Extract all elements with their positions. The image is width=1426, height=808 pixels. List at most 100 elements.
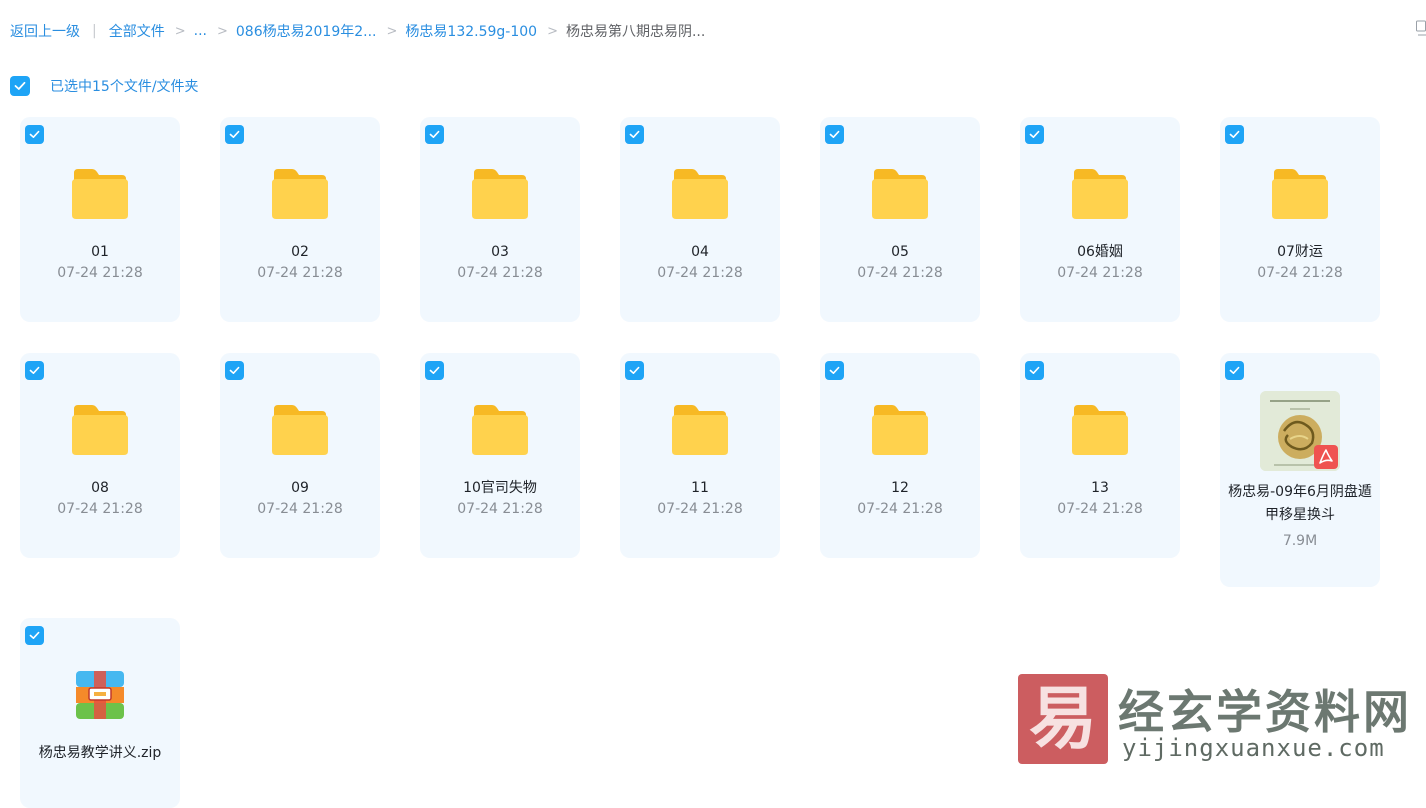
breadcrumb-level-2[interactable]: 杨忠易132.59g-100 xyxy=(405,21,537,41)
item-date: 07-24 21:28 xyxy=(257,265,343,281)
item-date: 07-24 21:28 xyxy=(1257,265,1343,281)
item-name: 杨忠易-09年6月阴盘遁甲移星换斗 xyxy=(1228,484,1372,523)
folder-icon xyxy=(1272,169,1328,219)
folder-icon xyxy=(72,169,128,219)
folder-icon xyxy=(872,169,928,219)
folder-card[interactable]: 07财运 07-24 21:28 xyxy=(1220,117,1380,322)
chevron-right-icon: > xyxy=(174,23,186,39)
folder-icon xyxy=(72,405,128,455)
selection-count: 已选中15个文件/文件夹 xyxy=(50,79,199,95)
item-checkbox[interactable] xyxy=(1025,361,1044,380)
folder-icon xyxy=(272,169,328,219)
item-date: 07-24 21:28 xyxy=(57,265,143,281)
folder-card[interactable]: 01 07-24 21:28 xyxy=(20,117,180,322)
breadcrumb-all-files[interactable]: 全部文件 xyxy=(109,21,165,41)
item-checkbox[interactable] xyxy=(1025,125,1044,144)
item-name: 12 xyxy=(891,480,909,496)
watermark-title: 经玄学资料网 xyxy=(1118,685,1412,739)
checkmark-icon xyxy=(429,130,440,139)
folder-card[interactable]: 02 07-24 21:28 xyxy=(220,117,380,322)
item-date: 07-24 21:28 xyxy=(57,501,143,517)
breadcrumb-divider: | xyxy=(92,23,97,39)
list-view-icon[interactable] xyxy=(1416,20,1426,38)
folder-card[interactable]: 10官司失物 07-24 21:28 xyxy=(420,353,580,558)
item-checkbox[interactable] xyxy=(825,125,844,144)
item-checkbox[interactable] xyxy=(625,361,644,380)
checkmark-icon xyxy=(29,130,40,139)
folder-card[interactable]: 04 07-24 21:28 xyxy=(620,117,780,322)
folder-card[interactable]: 13 07-24 21:28 xyxy=(1020,353,1180,558)
chevron-right-icon: > xyxy=(386,23,398,39)
item-checkbox[interactable] xyxy=(1225,125,1244,144)
folder-icon xyxy=(1072,169,1128,219)
folder-card[interactable]: 03 07-24 21:28 xyxy=(420,117,580,322)
checkmark-icon xyxy=(629,130,640,139)
watermark-logo-char: 易 xyxy=(1028,679,1097,759)
item-checkbox[interactable] xyxy=(25,125,44,144)
checkmark-icon xyxy=(229,366,240,375)
checkmark-icon xyxy=(1029,366,1040,375)
checkmark-icon xyxy=(829,130,840,139)
item-date: 07-24 21:28 xyxy=(1057,501,1143,517)
watermark-logo: 易 xyxy=(1018,674,1108,764)
item-date: 07-24 21:28 xyxy=(657,501,743,517)
site-watermark: 易 经玄学资料网 yijingxuanxue.com xyxy=(1018,674,1418,774)
item-name: 01 xyxy=(91,244,109,260)
checkmark-icon xyxy=(1229,130,1240,139)
item-name: 09 xyxy=(291,480,309,496)
item-name: 02 xyxy=(291,244,309,260)
item-name: 13 xyxy=(1091,480,1109,496)
item-checkbox[interactable] xyxy=(225,361,244,380)
item-checkbox[interactable] xyxy=(825,361,844,380)
item-name: 11 xyxy=(691,480,709,496)
folder-icon xyxy=(472,169,528,219)
item-checkbox[interactable] xyxy=(25,626,44,645)
item-name: 03 xyxy=(491,244,509,260)
chevron-right-icon: > xyxy=(216,23,228,39)
checkmark-icon xyxy=(1029,130,1040,139)
item-date: 07-24 21:28 xyxy=(457,265,543,281)
item-name: 04 xyxy=(691,244,709,260)
item-checkbox[interactable] xyxy=(1225,361,1244,380)
breadcrumb-level-1[interactable]: 086杨忠易2019年2... xyxy=(236,21,377,41)
checkmark-icon xyxy=(14,81,26,90)
folder-card[interactable]: 09 07-24 21:28 xyxy=(220,353,380,558)
item-checkbox[interactable] xyxy=(425,361,444,380)
item-checkbox[interactable] xyxy=(225,125,244,144)
pdf-thumbnail xyxy=(1260,391,1340,471)
folder-card[interactable]: 05 07-24 21:28 xyxy=(820,117,980,322)
folder-icon xyxy=(472,405,528,455)
select-all-checkbox[interactable] xyxy=(10,76,30,96)
folder-card[interactable]: 12 07-24 21:28 xyxy=(820,353,980,558)
folder-icon xyxy=(1072,405,1128,455)
item-date: 07-24 21:28 xyxy=(857,501,943,517)
item-checkbox[interactable] xyxy=(425,125,444,144)
selection-bar: 已选中15个文件/文件夹 xyxy=(10,75,199,97)
item-date: 07-24 21:28 xyxy=(1057,265,1143,281)
watermark-url: yijingxuanxue.com xyxy=(1122,734,1385,762)
checkmark-icon xyxy=(29,631,40,640)
item-name: 08 xyxy=(91,480,109,496)
checkmark-icon xyxy=(229,130,240,139)
folder-card[interactable]: 11 07-24 21:28 xyxy=(620,353,780,558)
chevron-right-icon: > xyxy=(547,23,558,39)
item-name: 05 xyxy=(891,244,909,260)
item-checkbox[interactable] xyxy=(25,361,44,380)
folder-card[interactable]: 06婚姻 07-24 21:28 xyxy=(1020,117,1180,322)
item-checkbox[interactable] xyxy=(625,125,644,144)
breadcrumb: 返回上一级 | 全部文件 > ... > 086杨忠易2019年2... > 杨… xyxy=(10,20,705,42)
breadcrumb-current: 杨忠易第八期忠易阴... xyxy=(565,24,706,40)
folder-card[interactable]: 08 07-24 21:28 xyxy=(20,353,180,558)
item-name: 06婚姻 xyxy=(1077,244,1123,260)
checkmark-icon xyxy=(1229,366,1240,375)
item-size: 7.9M xyxy=(1282,533,1318,549)
back-link[interactable]: 返回上一级 xyxy=(10,21,80,41)
breadcrumb-ellipsis[interactable]: ... xyxy=(194,23,207,39)
checkmark-icon xyxy=(29,366,40,375)
item-date: 07-24 21:28 xyxy=(457,501,543,517)
zip-file-card[interactable]: 杨忠易教学讲义.zip xyxy=(20,618,180,808)
archive-icon xyxy=(76,671,124,719)
item-name: 10官司失物 xyxy=(463,480,537,496)
pdf-file-card[interactable]: 杨忠易-09年6月阴盘遁甲移星换斗 7.9M xyxy=(1220,353,1380,587)
checkmark-icon xyxy=(829,366,840,375)
